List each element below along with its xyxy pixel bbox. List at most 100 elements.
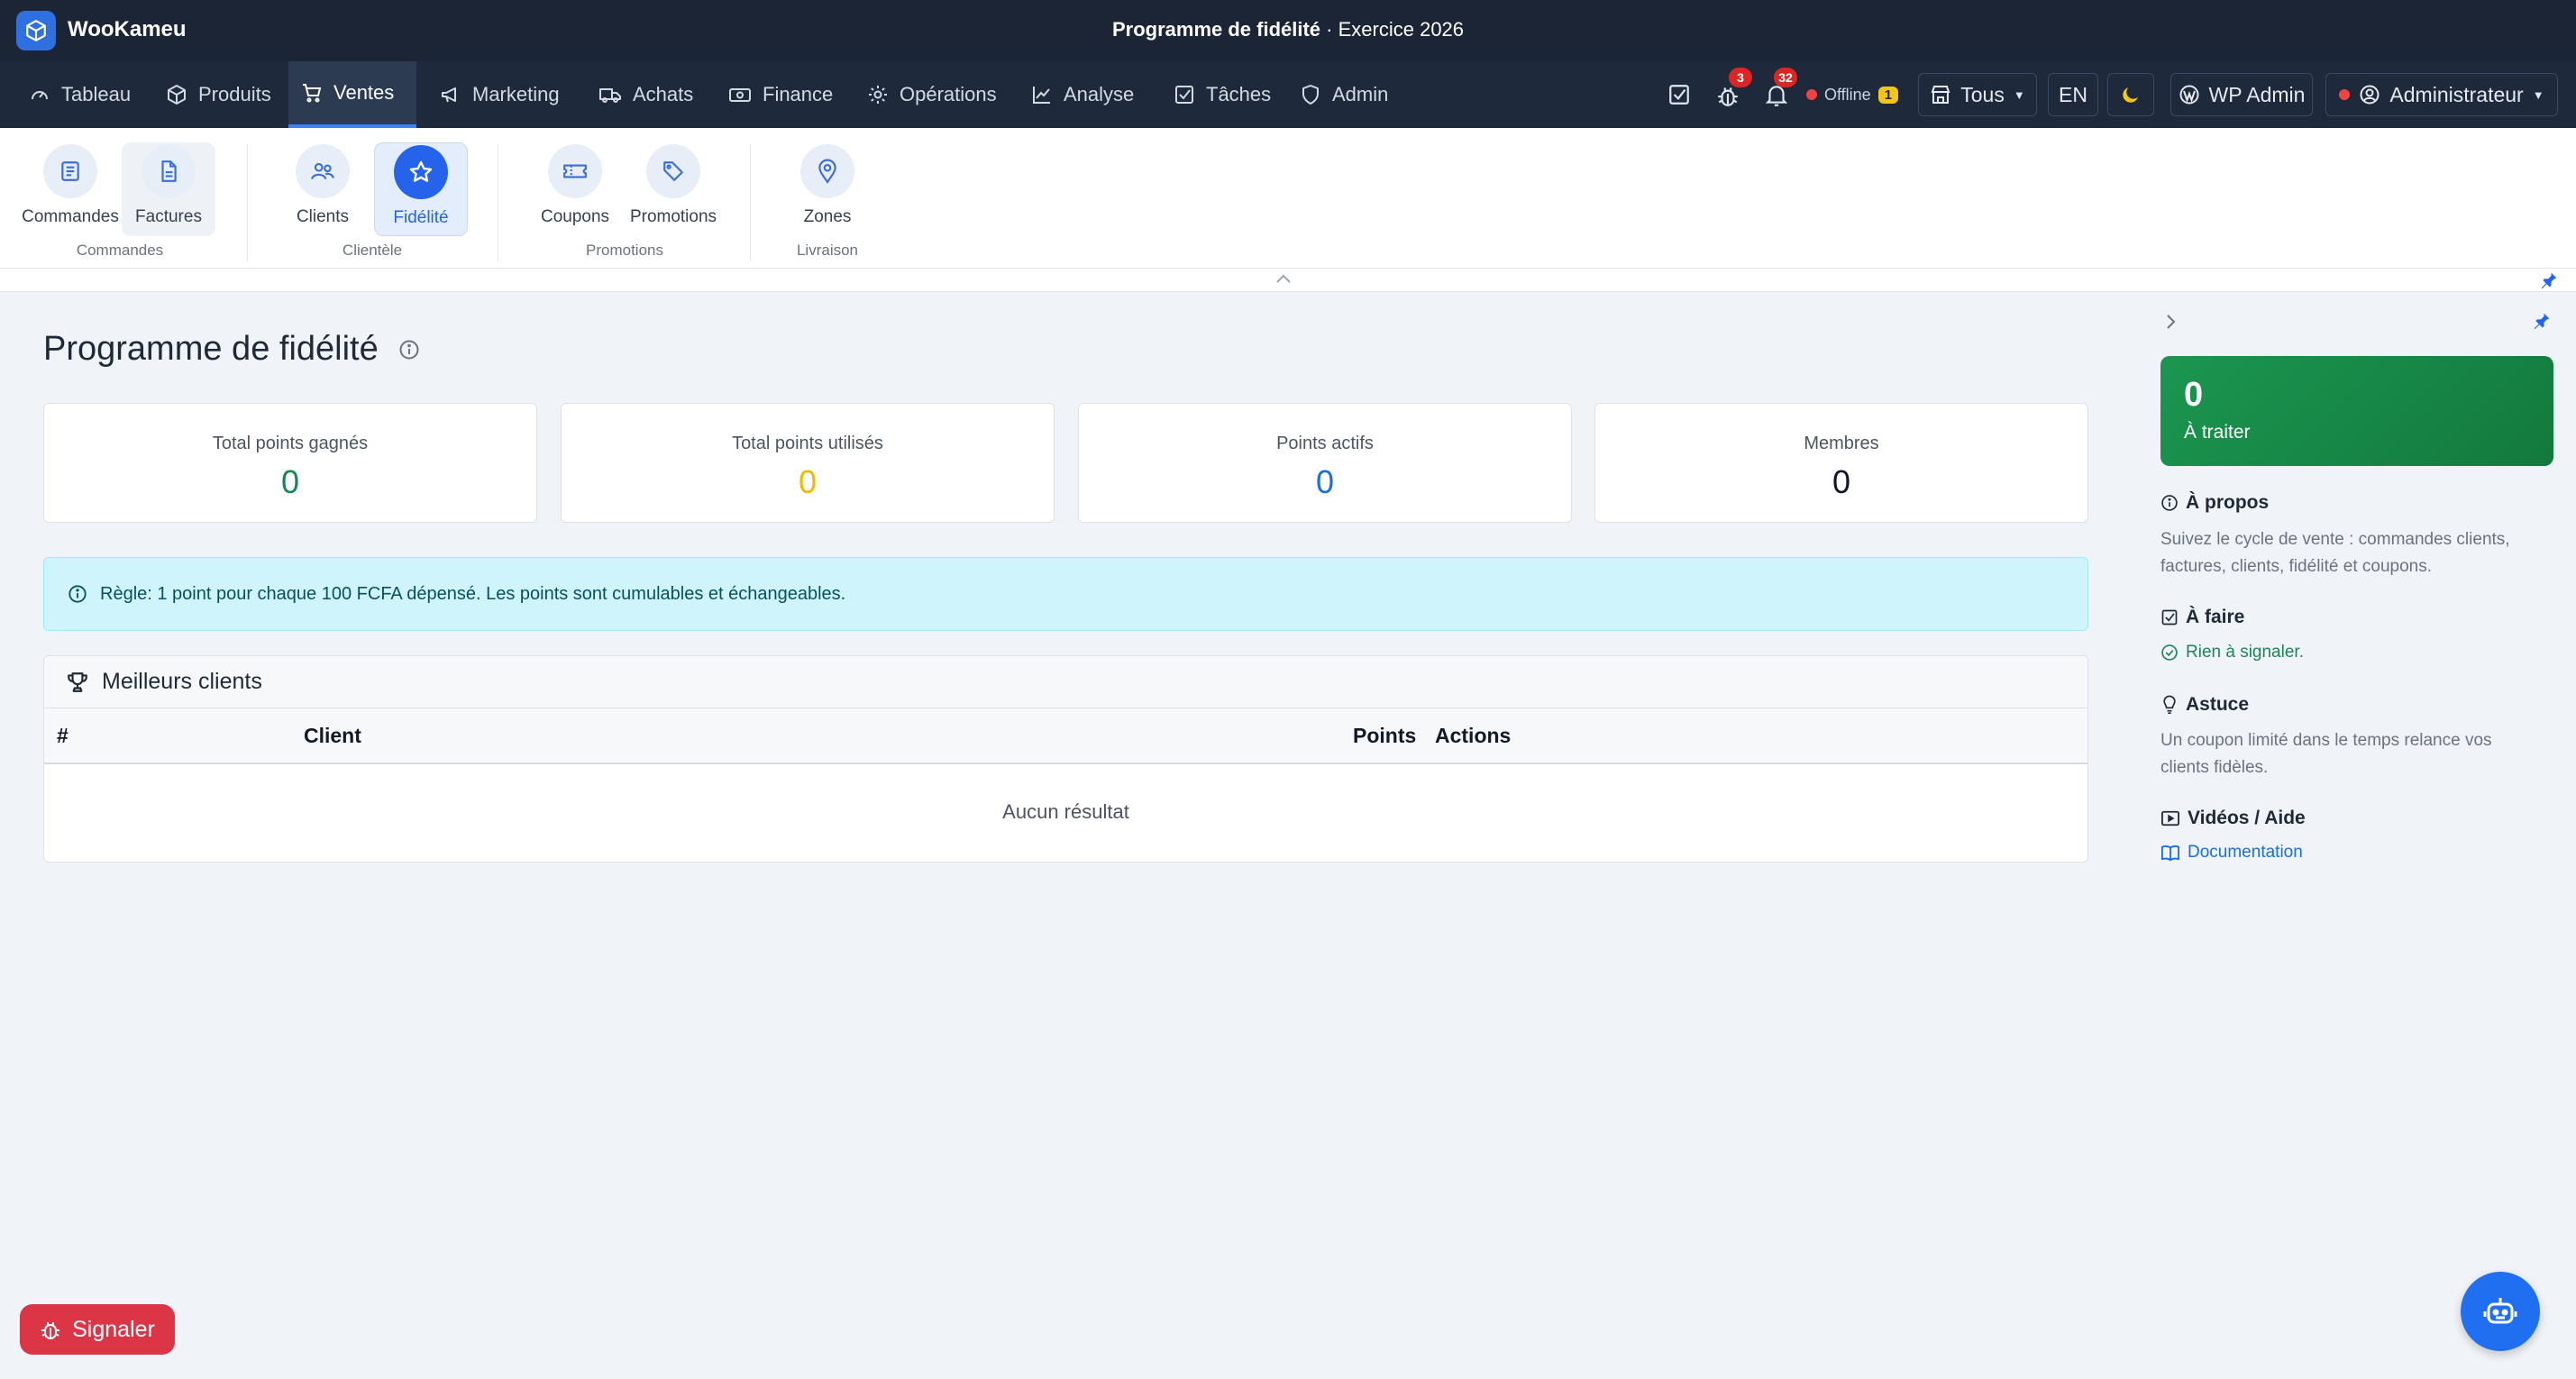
group-label-promotions: Promotions: [586, 242, 663, 259]
language-button[interactable]: EN: [2048, 73, 2098, 116]
nav-item-tableau[interactable]: Tableau: [16, 61, 143, 128]
shield-icon: [1302, 85, 1319, 105]
user-menu[interactable]: Administrateur ▼: [2325, 73, 2558, 116]
trophy-icon: [68, 671, 87, 692]
todo-summary-card[interactable]: 0 À traiter: [2160, 356, 2553, 466]
offline-dot-icon: [1806, 89, 1817, 100]
tip-heading: Astuce: [2160, 694, 2249, 716]
check-circle-icon: [2161, 644, 2178, 661]
robot-icon: [2483, 1298, 2517, 1324]
stat-card-active-points: Points actifs 0: [1078, 403, 1572, 523]
subnav-factures[interactable]: Factures: [122, 142, 215, 236]
subnav-fidelite[interactable]: Fidélité: [374, 142, 468, 236]
truck-icon: [599, 88, 621, 103]
star-icon: [409, 160, 433, 182]
about-heading: À propos: [2160, 492, 2269, 514]
todo-status: Rien à signaler.: [2160, 643, 2304, 662]
orders-list-icon: [61, 161, 79, 181]
collapse-panel-chevron-right-icon[interactable]: [2161, 312, 2179, 332]
group-separator: [247, 144, 248, 261]
chatbot-button[interactable]: [2461, 1272, 2540, 1351]
wp-admin-button[interactable]: WP Admin: [2170, 73, 2313, 116]
subnav-coupons[interactable]: Coupons: [528, 142, 622, 236]
group-label-clientele: Clientèle: [342, 242, 403, 259]
bug-badge: 3: [1729, 68, 1752, 87]
empty-table-message: Aucun résultat: [1002, 800, 1129, 823]
tag-icon: [663, 161, 683, 181]
tasks-check-icon[interactable]: [1667, 83, 1691, 106]
title-bar: WooKameu Programme de fidélité · Exercic…: [0, 0, 2576, 61]
dashboard-gauge-icon: [32, 91, 48, 100]
sub-toolbar: Commandes Factures Commandes Clients Fid…: [0, 128, 2576, 269]
ticket-icon: [563, 164, 587, 178]
window-title: Programme de fidélité · Exercice 2026: [1111, 18, 1465, 41]
stat-value: 0: [1832, 463, 1851, 500]
stat-value: 0: [798, 463, 818, 500]
nav-item-marketing[interactable]: Marketing: [427, 61, 572, 128]
nav-item-finance[interactable]: Finance: [716, 61, 845, 128]
dark-mode-toggle[interactable]: [2107, 73, 2154, 116]
pin-toolbar-icon[interactable]: [2540, 271, 2558, 289]
subnav-commandes[interactable]: Commandes: [22, 142, 119, 236]
stat-card-members: Membres 0: [1594, 403, 2088, 523]
checkbox-icon: [2161, 609, 2178, 626]
stat-card-points-used: Total points utilisés 0: [561, 403, 1055, 523]
invoice-icon: [161, 160, 177, 182]
caret-down-icon: ▼: [2532, 87, 2544, 102]
group-label-livraison: Livraison: [796, 242, 859, 259]
stat-card-points-earned: Total points gagnés 0: [43, 403, 537, 523]
bug-icon: [41, 1322, 60, 1339]
book-icon: [2161, 845, 2179, 862]
info-icon: [69, 585, 87, 603]
caret-down-icon: ▼: [2013, 87, 2025, 102]
documentation-link[interactable]: Documentation: [2160, 843, 2303, 863]
report-bug-button[interactable]: Signaler: [20, 1304, 175, 1355]
videos-heading: Vidéos / Aide: [2160, 808, 2306, 829]
nav-item-analyse[interactable]: Analyse: [1019, 61, 1146, 128]
cash-icon: [729, 88, 751, 102]
nav-item-ventes[interactable]: Ventes: [288, 61, 416, 128]
pin-panel-icon[interactable]: [2533, 312, 2551, 330]
main-nav: Tableau Produits Ventes Marketing Achats…: [0, 61, 2576, 128]
subnav-clients[interactable]: Clients: [276, 142, 370, 236]
column-header-client[interactable]: Client: [304, 724, 361, 748]
card-header: Meilleurs clients: [44, 656, 2087, 708]
chevron-up-icon[interactable]: [1274, 272, 1293, 285]
top-clients-card: Meilleurs clients # Client Points Action…: [43, 655, 2088, 863]
lightbulb-icon: [2163, 695, 2176, 714]
page-title: Programme de fidélité: [43, 330, 420, 369]
wordpress-icon: [2179, 85, 2199, 105]
stat-value: 0: [1315, 463, 1335, 500]
column-header-points[interactable]: Points: [1353, 724, 1416, 748]
box-icon: [168, 85, 186, 105]
moon-icon: [2123, 87, 2138, 103]
gear-icon: [869, 86, 887, 104]
nav-item-produits[interactable]: Produits: [153, 61, 284, 128]
store-icon: [1931, 86, 1950, 104]
group-label-commandes: Commandes: [76, 242, 164, 259]
offline-status[interactable]: Offline 1: [1806, 61, 1899, 128]
store-select[interactable]: Tous ▼: [1918, 73, 2037, 116]
todo-heading: À faire: [2160, 607, 2244, 628]
column-header-rank[interactable]: #: [57, 724, 69, 748]
tip-text: Un coupon limité dans le temps relance v…: [2160, 731, 2492, 777]
info-icon: [2161, 495, 2178, 511]
rule-info-alert: Règle: 1 point pour chaque 100 FCFA dépe…: [43, 557, 2088, 631]
subnav-zones[interactable]: Zones: [781, 142, 874, 236]
cart-icon: [303, 84, 322, 103]
subnav-promotions[interactable]: Promotions: [626, 142, 720, 236]
chart-line-icon: [1033, 87, 1050, 104]
map-pin-icon: [818, 159, 836, 184]
nav-item-achats[interactable]: Achats: [586, 61, 706, 128]
about-text: Suivez le cycle de vente : commandes cli…: [2160, 530, 2510, 576]
toolbar-collapse-bar: [0, 269, 2576, 292]
nav-item-admin[interactable]: Admin: [1287, 61, 1401, 128]
group-separator: [750, 144, 751, 261]
stat-value: 0: [280, 463, 300, 500]
nav-item-taches[interactable]: Tâches: [1161, 61, 1283, 128]
user-status-dot-icon: [2339, 89, 2351, 100]
info-icon[interactable]: [398, 339, 420, 361]
user-circle-icon: [2360, 85, 2380, 105]
nav-item-operations[interactable]: Opérations: [854, 61, 1009, 128]
column-header-actions: Actions: [1435, 724, 1512, 747]
